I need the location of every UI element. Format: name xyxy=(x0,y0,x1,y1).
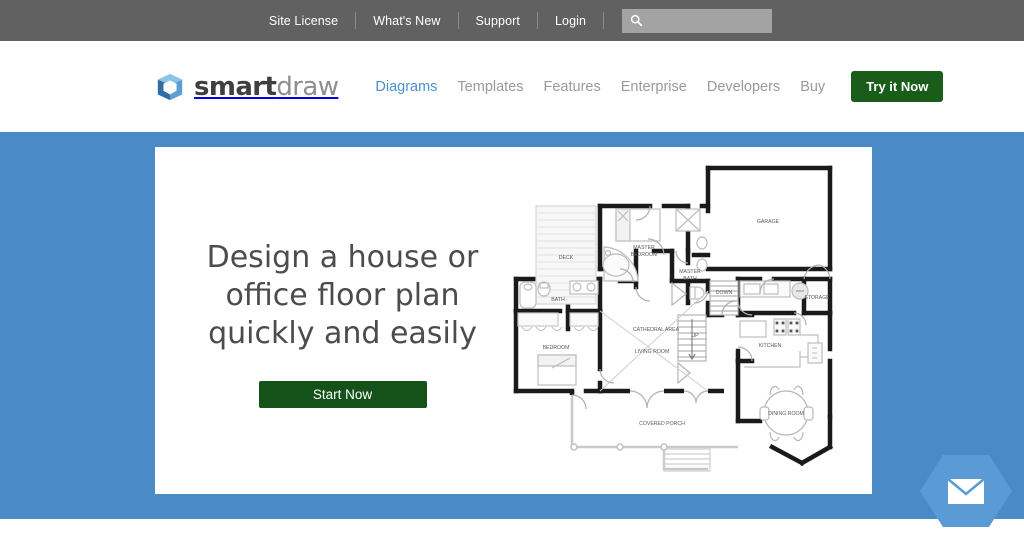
brand-word-smart: smart xyxy=(194,71,277,102)
search-input[interactable] xyxy=(649,13,772,28)
nav-item-templates[interactable]: Templates xyxy=(447,79,533,95)
room-label-master-bedroom: MASTER xyxy=(633,245,655,251)
room-label-garage: GARAGE xyxy=(757,219,780,225)
brand-word-draw: draw xyxy=(276,71,339,102)
hero-illustration: DECK MASTER BEDROOM MASTER BATH GARAGE S… xyxy=(513,147,872,494)
topbar-link-login[interactable]: Login xyxy=(538,14,603,28)
room-label-master-bath: MASTER xyxy=(679,269,701,275)
room-label-dining-room: DINING ROOM xyxy=(768,411,804,417)
nav-item-developers[interactable]: Developers xyxy=(697,79,790,95)
topbar-link-site-license[interactable]: Site License xyxy=(252,14,355,28)
search-icon xyxy=(630,14,643,27)
hero-headline: Design a house or office floor plan quic… xyxy=(206,240,479,351)
top-utility-bar-inner: Site License What's New Support Login xyxy=(252,0,773,41)
topbar-link-whats-new[interactable]: What's New xyxy=(356,14,457,28)
brand-wordmark: smartdraw xyxy=(194,71,339,102)
hero-copy: Design a house or office floor plan quic… xyxy=(155,233,530,408)
hero-card: Design a house or office floor plan quic… xyxy=(155,147,872,494)
brand-logo[interactable]: smartdraw xyxy=(155,71,339,102)
topbar-divider xyxy=(603,12,605,29)
search-box[interactable] xyxy=(622,8,773,33)
floor-plan-diagram: DECK MASTER BEDROOM MASTER BATH GARAGE S… xyxy=(513,165,834,472)
nav-item-buy[interactable]: Buy xyxy=(790,79,835,95)
stair-label-down: DOWN xyxy=(716,290,733,296)
main-navigation: smartdraw Diagrams Templates Features En… xyxy=(0,41,1024,132)
room-label-deck: DECK xyxy=(559,255,574,261)
stair-label-up: UP xyxy=(691,333,699,339)
smartdraw-cube-icon xyxy=(157,73,183,100)
room-label-living-room: LIVING ROOM xyxy=(635,349,670,355)
room-label-kitchen: KITCHEN xyxy=(759,343,782,349)
nav-item-enterprise[interactable]: Enterprise xyxy=(611,79,697,95)
hero-section: Design a house or office floor plan quic… xyxy=(0,132,1024,527)
nav-links: Diagrams Templates Features Enterprise D… xyxy=(365,71,944,102)
try-it-now-button[interactable]: Try it Now xyxy=(851,71,944,102)
room-label-storage: STORAGE xyxy=(804,295,830,301)
bed-furniture xyxy=(615,208,661,242)
nav-item-features[interactable]: Features xyxy=(534,79,611,95)
room-label-bedroom: BEDROOM xyxy=(543,345,570,351)
email-contact-widget[interactable] xyxy=(920,451,1012,531)
room-label-master-bath-2: BATH xyxy=(683,276,697,282)
room-label-covered-porch: COVERED PORCH xyxy=(639,421,685,427)
room-label-master-bedroom-2: BEDROOM xyxy=(631,252,658,258)
room-label-cathedral-area: CATHEDRAL AREA xyxy=(633,327,680,333)
envelope-icon xyxy=(920,455,1012,527)
topbar-link-support[interactable]: Support xyxy=(459,14,537,28)
top-utility-bar: Site License What's New Support Login xyxy=(0,0,1024,41)
room-label-bath: BATH xyxy=(551,297,565,303)
start-now-button[interactable]: Start Now xyxy=(258,380,427,408)
nav-item-diagrams[interactable]: Diagrams xyxy=(365,79,447,95)
